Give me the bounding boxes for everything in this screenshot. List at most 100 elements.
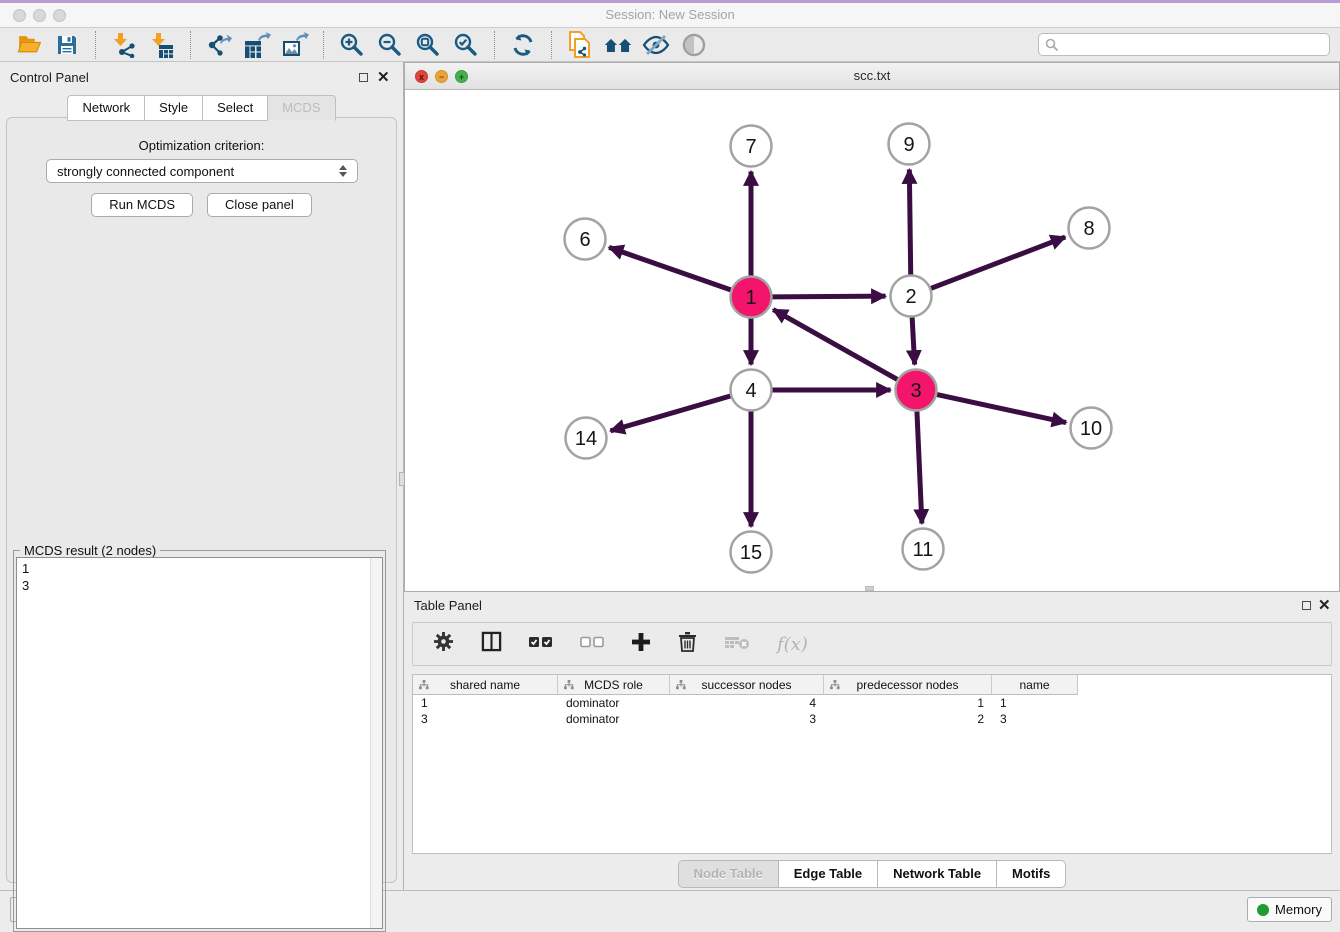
cell-successor-nodes[interactable]: 4 [670, 695, 824, 710]
network-window-titlebar[interactable]: x − + scc.txt [405, 63, 1339, 90]
node-table[interactable]: shared name MCDS role successor nodes pr… [412, 674, 1332, 854]
cell-predecessor-nodes[interactable]: 2 [824, 711, 992, 726]
search-box[interactable] [1038, 33, 1330, 56]
zoom-out-icon[interactable] [375, 30, 405, 60]
cell-mcds-role[interactable]: dominator [558, 711, 670, 726]
titlebar: Session: New Session [0, 3, 1340, 28]
column-header-name[interactable]: name [992, 675, 1078, 695]
graph-node-label-1: 1 [745, 287, 756, 309]
zoom-in-icon[interactable] [337, 30, 367, 60]
network-maximize-icon[interactable]: + [455, 70, 468, 83]
show-all-networks-icon[interactable] [603, 30, 633, 60]
window-close-icon[interactable] [13, 9, 26, 22]
zoom-selected-icon[interactable] [451, 30, 481, 60]
column-header-predecessor-nodes[interactable]: predecessor nodes [824, 675, 992, 695]
column-header-successor-nodes[interactable]: successor nodes [670, 675, 824, 695]
graph-edge-1-6[interactable] [609, 247, 731, 289]
optimization-criterion-select[interactable]: strongly connected component [46, 159, 358, 183]
search-icon [1045, 38, 1059, 52]
close-panel-button[interactable]: Close panel [207, 193, 312, 217]
graph-node-label-10: 10 [1080, 418, 1102, 440]
search-input[interactable] [1063, 35, 1323, 54]
graph-edge-2-9[interactable] [909, 169, 910, 274]
toolbar-separator [190, 31, 191, 59]
tab-network[interactable]: Network [67, 95, 144, 121]
mcds-result-title: MCDS result (2 nodes) [20, 543, 160, 558]
duplicate-network-icon[interactable] [565, 30, 595, 60]
save-session-icon[interactable] [52, 30, 82, 60]
network-close-icon[interactable]: x [415, 70, 428, 83]
select-all-icon[interactable] [529, 635, 553, 654]
show-columns-icon[interactable] [481, 631, 502, 657]
birds-eye-view-icon[interactable] [679, 30, 709, 60]
cell-successor-nodes[interactable]: 3 [670, 711, 824, 726]
tab-motifs[interactable]: Motifs [996, 860, 1066, 888]
graph-edge-1-2[interactable] [772, 296, 885, 297]
graph-node-label-3: 3 [910, 380, 921, 402]
open-file-icon[interactable] [14, 30, 44, 60]
cell-predecessor-nodes[interactable]: 1 [824, 695, 992, 710]
tab-mcds[interactable]: MCDS [267, 95, 335, 121]
graph-edge-2-8[interactable] [931, 237, 1065, 288]
table-row[interactable]: 3 dominator 3 2 3 [413, 711, 1331, 727]
apply-layout-icon[interactable] [508, 30, 538, 60]
table-tabs: Node Table Edge Table Network Table Moti… [404, 860, 1340, 888]
graph-edge-3-1[interactable] [773, 310, 897, 380]
cell-name[interactable]: 3 [992, 711, 1078, 726]
graph-edge-3-11[interactable] [917, 411, 922, 523]
export-network-icon[interactable] [204, 30, 234, 60]
close-panel-icon[interactable]: ✕ [377, 68, 390, 86]
deselect-all-icon[interactable] [580, 635, 604, 654]
add-row-icon[interactable] [631, 632, 651, 657]
main-toolbar [0, 28, 1340, 62]
graph-node-label-14: 14 [575, 428, 597, 450]
window-minimize-icon[interactable] [33, 9, 46, 22]
result-scrollbar[interactable] [370, 558, 382, 928]
delete-row-icon[interactable] [678, 631, 697, 657]
tab-node-table[interactable]: Node Table [678, 860, 778, 888]
delete-table-icon[interactable] [724, 634, 750, 655]
graph-edge-3-10[interactable] [937, 395, 1066, 423]
cell-shared-name[interactable]: 1 [413, 695, 558, 710]
table-toolbar: f(x) [412, 622, 1332, 666]
float-panel-icon[interactable] [359, 73, 368, 82]
hide-panels-icon[interactable] [641, 30, 671, 60]
column-header-shared-name[interactable]: shared name [413, 675, 558, 695]
optimization-criterion-value: strongly connected component [57, 164, 234, 179]
export-table-icon[interactable] [242, 30, 272, 60]
float-table-panel-icon[interactable] [1302, 601, 1311, 610]
graph-edge-2-3[interactable] [912, 317, 915, 364]
close-table-panel-icon[interactable]: ✕ [1318, 596, 1331, 614]
zoom-fit-icon[interactable] [413, 30, 443, 60]
import-network-icon[interactable] [109, 30, 139, 60]
network-canvas[interactable]: 7968124314101511 [405, 90, 1339, 591]
cell-mcds-role[interactable]: dominator [558, 695, 670, 710]
table-panel: Table Panel ✕ f(x) shared [404, 592, 1340, 890]
import-table-icon[interactable] [147, 30, 177, 60]
tab-edge-table[interactable]: Edge Table [778, 860, 877, 888]
tab-style[interactable]: Style [144, 95, 202, 121]
memory-button[interactable]: Memory [1247, 897, 1332, 922]
network-graph[interactable]: 7968124314101511 [405, 90, 1339, 591]
table-row[interactable]: 1 dominator 4 1 1 [413, 695, 1331, 711]
toolbar-separator [95, 31, 96, 59]
export-image-icon[interactable] [280, 30, 310, 60]
run-mcds-button[interactable]: Run MCDS [91, 193, 193, 217]
mcds-panel: Optimization criterion: strongly connect… [6, 117, 397, 883]
canvas-resize-handle[interactable] [865, 586, 874, 591]
window-zoom-icon[interactable] [53, 9, 66, 22]
network-minimize-icon[interactable]: − [435, 70, 448, 83]
toolbar-separator [323, 31, 324, 59]
cell-shared-name[interactable]: 3 [413, 711, 558, 726]
tab-network-table[interactable]: Network Table [877, 860, 996, 888]
graph-edge-4-14[interactable] [610, 396, 730, 431]
mcds-result-textarea[interactable]: 1 3 [16, 557, 383, 929]
graph-node-label-6: 6 [579, 229, 590, 251]
column-header-mcds-role[interactable]: MCDS role [558, 675, 670, 695]
tab-select[interactable]: Select [202, 95, 267, 121]
shared-column-icon [564, 680, 574, 690]
settings-gear-icon[interactable] [433, 631, 454, 657]
select-stepper-icon [339, 165, 347, 177]
cell-name[interactable]: 1 [992, 695, 1078, 710]
toolbar-separator [494, 31, 495, 59]
